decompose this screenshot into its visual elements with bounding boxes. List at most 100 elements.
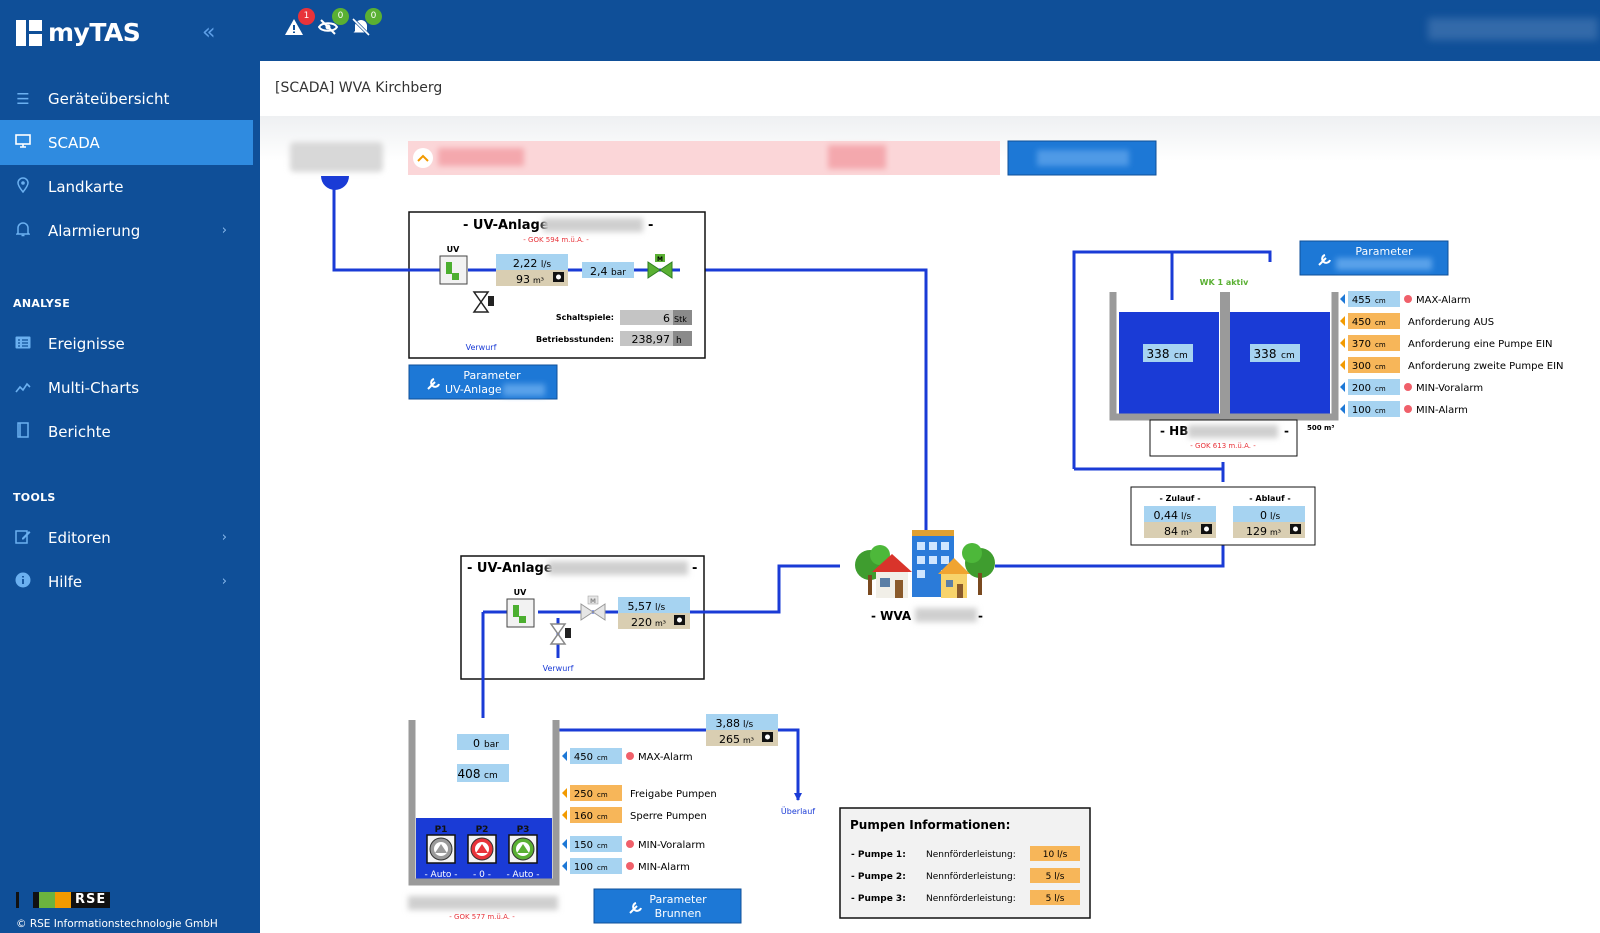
alarm-dot-icon	[1404, 383, 1412, 391]
svg-text:370: 370	[1352, 339, 1371, 350]
uv1-uv-label: UV	[447, 245, 460, 254]
svg-text:-: -	[648, 218, 653, 233]
hb-parameter-button[interactable]: Parameter	[1299, 240, 1449, 276]
wva-town-icon[interactable]	[855, 530, 995, 598]
brunnen-parameter-button[interactable]: Parameter Brunnen	[593, 888, 742, 924]
svg-text:0: 0	[473, 737, 480, 750]
svg-text:84: 84	[1164, 525, 1178, 538]
svg-text:160: 160	[574, 811, 593, 822]
alarm-banner-toggle-icon[interactable]	[413, 148, 433, 168]
svg-text:- Ablauf -: - Ablauf -	[1249, 494, 1290, 503]
svg-text:93: 93	[516, 273, 530, 286]
svg-text:- GOK 613 m.ü.A. -: - GOK 613 m.ü.A. -	[1190, 442, 1256, 450]
alarm-dot-icon	[626, 862, 634, 870]
svg-text:250: 250	[574, 789, 593, 800]
svg-text:0: 0	[1260, 509, 1267, 522]
arrow-left-icon	[562, 751, 567, 761]
svg-text:Freigabe Pumpen: Freigabe Pumpen	[630, 789, 717, 800]
svg-text:- Pumpe 1:: - Pumpe 1:	[851, 850, 906, 860]
alarm-dot-icon	[626, 752, 634, 760]
svg-text:MAX-Alarm: MAX-Alarm	[1416, 295, 1471, 306]
arrow-left-icon	[562, 810, 567, 820]
hb-threshold-200: 200 cm MIN-Voralarm	[1340, 379, 1483, 395]
svg-text:l/s: l/s	[1181, 512, 1192, 522]
svg-text:l/s: l/s	[1270, 512, 1281, 522]
svg-text:cm: cm	[1375, 385, 1386, 393]
pump-group: P1 - Auto - P2 - 0 - P3 - Auto -	[424, 825, 539, 880]
uv1-title: - UV-Anlage	[463, 218, 549, 233]
wva-name: - WVA	[871, 609, 912, 623]
svg-text:- 0 -: - 0 -	[473, 870, 491, 880]
arrow-left-icon	[1340, 294, 1345, 304]
svg-text:- Pumpe 3:: - Pumpe 3:	[851, 894, 906, 904]
svg-text:cm: cm	[1375, 297, 1386, 305]
alarm-dot-icon	[1404, 295, 1412, 303]
hb-wk-status: WK 1 aktiv	[1200, 278, 1249, 287]
svg-text:455: 455	[1352, 295, 1371, 306]
arrow-left-icon	[1340, 404, 1345, 414]
ueberlauf-label: Überlauf	[781, 806, 815, 816]
svg-text:10 l/s: 10 l/s	[1043, 850, 1068, 860]
uv1-gok: - GOK 594 m.ü.A. -	[523, 236, 589, 244]
svg-text:-: -	[1284, 424, 1289, 438]
pump-info-title: Pumpen Informationen:	[850, 818, 1010, 832]
svg-text:500 m³: 500 m³	[1307, 424, 1334, 432]
uv1-schaltspiele-label: Schaltspiele:	[556, 313, 614, 322]
hb-threshold-300: 300 cm Anforderung zweite Pumpe EIN	[1340, 357, 1564, 373]
svg-text:-: -	[692, 561, 697, 576]
svg-text:M: M	[657, 256, 663, 263]
svg-text:Parameter: Parameter	[1355, 245, 1413, 258]
svg-text:P1: P1	[435, 825, 448, 835]
svg-text:Parameter: Parameter	[463, 369, 521, 382]
uv1-parameter-button[interactable]: Parameter UV-Anlage	[408, 364, 558, 400]
svg-text:P2: P2	[476, 825, 489, 835]
uv1-uv-unit-icon[interactable]	[439, 255, 468, 285]
svg-text:cm: cm	[1281, 351, 1295, 361]
svg-text:200: 200	[1352, 383, 1371, 394]
svg-text:bar: bar	[484, 740, 499, 750]
svg-text:cm: cm	[1174, 351, 1188, 361]
arrow-left-icon	[562, 788, 567, 798]
svg-text:cm: cm	[1375, 319, 1386, 327]
arrow-left-icon	[1340, 338, 1345, 348]
scada-diagram: - UV-Anlage - - GOK 594 m.ü.A. - UV 2,22…	[290, 140, 1564, 924]
svg-text:-: -	[978, 609, 983, 623]
svg-text:cm: cm	[597, 791, 608, 799]
svg-text:cm: cm	[597, 754, 608, 762]
svg-text:h: h	[676, 336, 682, 346]
svg-text:Stk: Stk	[674, 315, 687, 324]
svg-text:- HB: - HB	[1160, 424, 1188, 438]
svg-text:m³: m³	[655, 619, 666, 628]
hb-ablauf-flow-display	[1233, 506, 1305, 522]
arrow-left-icon	[562, 861, 567, 871]
svg-text:MIN-Alarm: MIN-Alarm	[1416, 405, 1468, 416]
svg-text:150: 150	[574, 840, 593, 851]
hb-threshold-370: 370 cm Anforderung eine Pumpe EIN	[1340, 335, 1553, 351]
svg-text:MAX-Alarm: MAX-Alarm	[638, 752, 693, 763]
brunnen-threshold-list: 450 cm MAX-Alarm 250 cm Freigabe Pumpen 160 cm S…	[562, 748, 717, 874]
svg-text:129: 129	[1246, 525, 1267, 538]
uv1-verwurf-label: Verwurf	[466, 343, 497, 352]
uv2-uv-unit-icon[interactable]	[506, 598, 535, 628]
svg-text:cm: cm	[597, 842, 608, 850]
svg-text:Verwurf: Verwurf	[543, 664, 574, 673]
uv2-title: - UV-Anlage	[467, 561, 553, 576]
svg-text:m³: m³	[533, 276, 544, 285]
svg-text:Nennförderleistung:: Nennförderleistung:	[926, 894, 1016, 904]
brunnen-pressure-display	[457, 734, 509, 750]
svg-text:6: 6	[663, 312, 670, 325]
svg-text:Brunnen: Brunnen	[655, 907, 702, 920]
svg-text:P3: P3	[517, 825, 530, 835]
svg-text:408: 408	[458, 767, 481, 781]
svg-text:5 l/s: 5 l/s	[1046, 894, 1065, 904]
svg-text:MIN-Voralarm: MIN-Voralarm	[1416, 383, 1483, 394]
svg-text:450: 450	[574, 752, 593, 763]
svg-text:Anforderung AUS: Anforderung AUS	[1408, 317, 1494, 328]
svg-text:Anforderung zweite Pumpe EIN: Anforderung zweite Pumpe EIN	[1408, 361, 1564, 372]
svg-text:- Zulauf -: - Zulauf -	[1159, 494, 1200, 503]
arrow-left-icon	[1340, 360, 1345, 370]
brunnen-threshold-150: 150 cm MIN-Voralarm	[562, 836, 705, 852]
svg-text:MIN-Alarm: MIN-Alarm	[638, 862, 690, 873]
brunnen-threshold-100: 100 cm MIN-Alarm	[562, 858, 690, 874]
hb-threshold-100: 100 cm MIN-Alarm	[1340, 401, 1468, 417]
